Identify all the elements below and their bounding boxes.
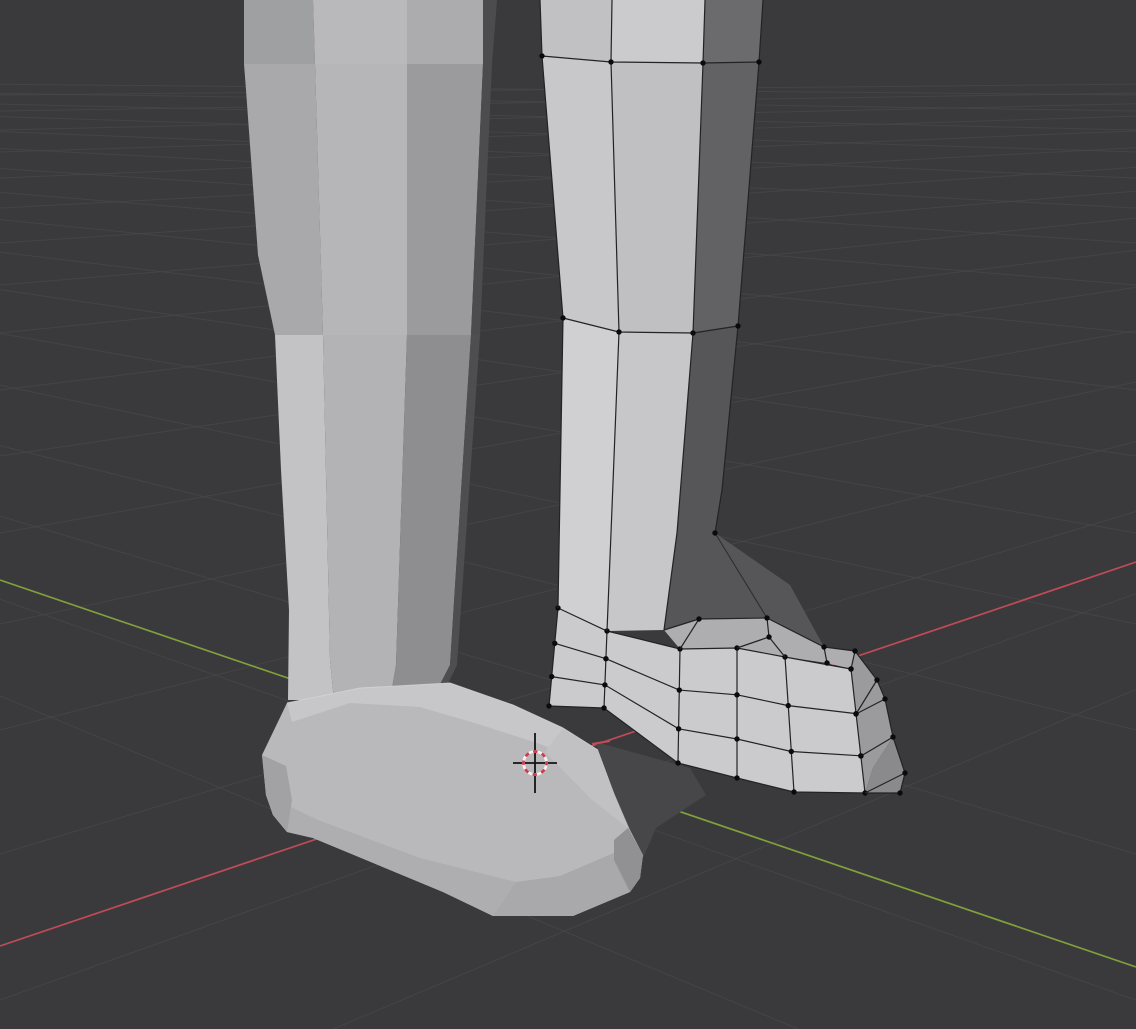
viewport-3d[interactable]: [0, 0, 1136, 1029]
right-leg-facet-top-mid: [611, 0, 705, 63]
right-leg-facet-mid-mid: [611, 62, 703, 333]
left-leg-facet-c-top: [407, 0, 483, 64]
left-leg-facet-b-low: [323, 335, 407, 700]
left-leg-facet-c-mid: [407, 64, 483, 335]
left-leg-facet-a-top: [244, 0, 315, 64]
viewport-canvas[interactable]: [0, 0, 1136, 1029]
left-leg-facet-b-mid: [315, 64, 407, 335]
right-leg-facet-top-shadow: [703, 0, 763, 63]
left-leg-facet-b-top: [313, 0, 407, 64]
right-leg-facet-top-left: [540, 0, 612, 62]
